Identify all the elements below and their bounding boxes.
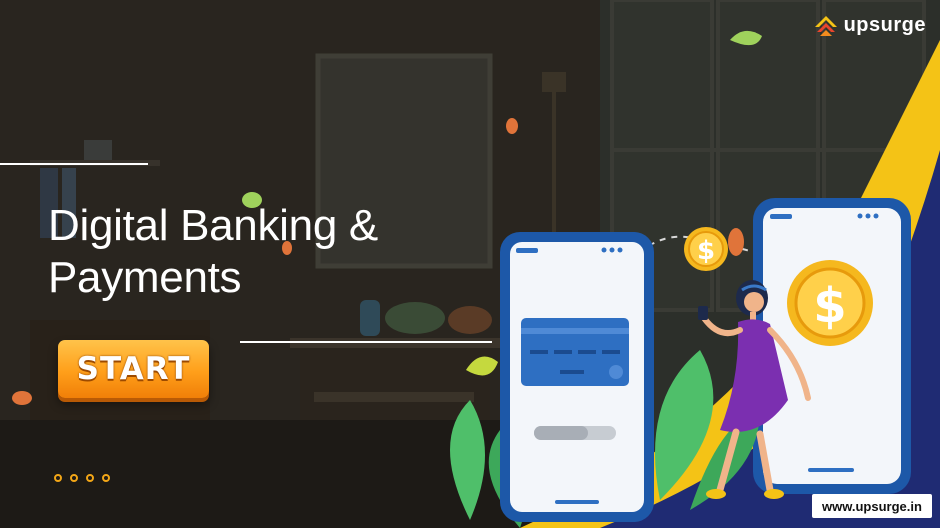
svg-text:$: $: [813, 278, 846, 334]
pagination-dot[interactable]: [86, 474, 94, 482]
small-dollar-coin-icon: $: [684, 227, 728, 271]
website-url-badge[interactable]: www.upsurge.in: [812, 494, 932, 518]
upsurge-logo-icon: [814, 15, 837, 36]
start-button-label: START: [76, 351, 191, 387]
pagination-dot[interactable]: [70, 474, 78, 482]
svg-text:$: $: [697, 236, 715, 266]
brand-logo[interactable]: upsurge: [814, 14, 926, 37]
slide-pagination: [54, 474, 110, 482]
start-button[interactable]: START: [58, 340, 209, 398]
dollar-coin-icon: $: [787, 260, 873, 346]
brand-name: upsurge: [843, 14, 926, 36]
title-line-2: Payments: [48, 253, 242, 302]
pagination-dot[interactable]: [102, 474, 110, 482]
slide-stage: $ $ Digital Banking & Payments START ups…: [0, 0, 940, 528]
pagination-dot[interactable]: [54, 474, 62, 482]
credit-card-icon: [521, 318, 629, 386]
title-line-1: Digital Banking &: [48, 201, 378, 250]
slide-title: Digital Banking & Payments: [48, 200, 378, 304]
right-phone-graphic: [753, 198, 911, 494]
